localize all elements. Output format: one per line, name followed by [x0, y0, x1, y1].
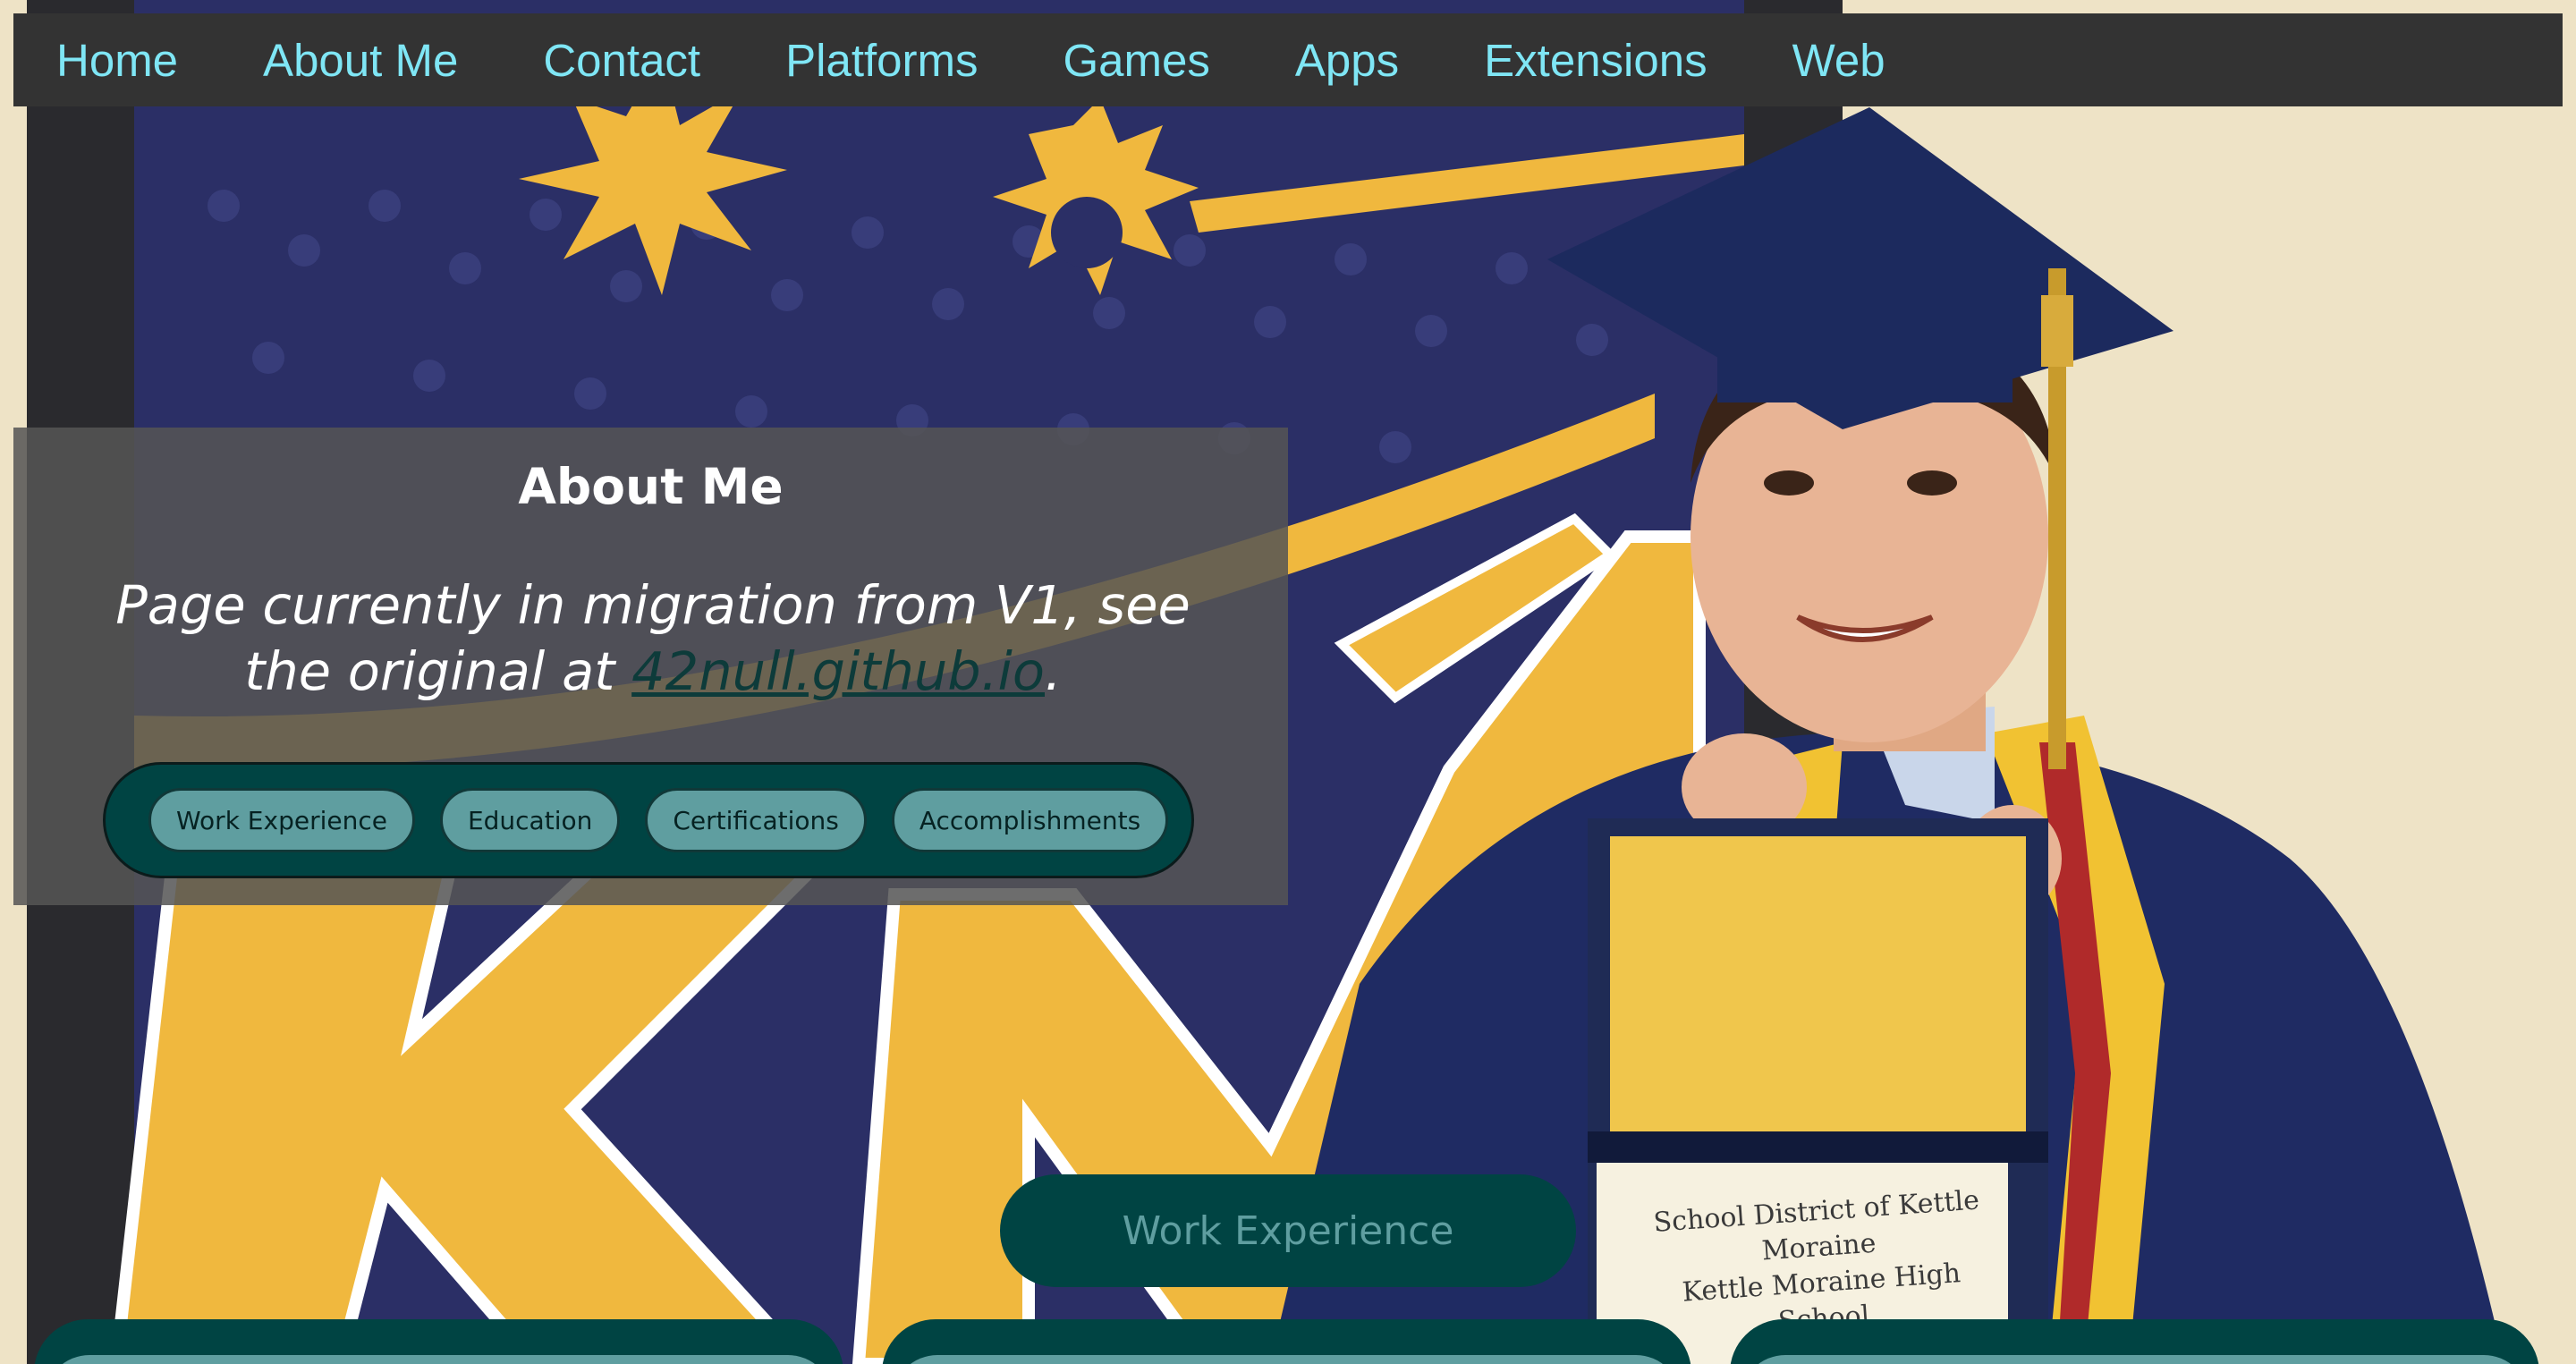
- nav-home[interactable]: Home: [56, 34, 178, 87]
- nav-games[interactable]: Games: [1063, 34, 1210, 87]
- pill-education[interactable]: Education: [439, 788, 621, 852]
- nav-contact[interactable]: Contact: [543, 34, 700, 87]
- pill-work-experience[interactable]: Work Experience: [148, 788, 415, 852]
- nav-platforms[interactable]: Platforms: [785, 34, 978, 87]
- nav-extensions[interactable]: Extensions: [1484, 34, 1707, 87]
- experience-card: [1730, 1319, 2539, 1364]
- nav-about-me[interactable]: About Me: [263, 34, 458, 87]
- pill-certifications[interactable]: Certifications: [645, 788, 867, 852]
- experience-card: [34, 1319, 843, 1364]
- migration-notice-end: .: [1045, 640, 1062, 702]
- top-nav: Home About Me Contact Platforms Games Ap…: [13, 13, 2563, 106]
- nav-apps[interactable]: Apps: [1295, 34, 1399, 87]
- experience-card: [882, 1319, 1691, 1364]
- original-site-link[interactable]: 42null.github.io: [631, 640, 1045, 702]
- migration-notice: Page currently in migration from V1, see…: [72, 572, 1234, 705]
- work-experience-header: Work Experience: [1000, 1174, 1576, 1287]
- page-title: About Me: [518, 458, 784, 515]
- nav-web[interactable]: Web: [1792, 34, 1885, 87]
- pill-accomplishments[interactable]: Accomplishments: [891, 788, 1169, 852]
- section-nav: Work Experience Education Certifications…: [103, 762, 1194, 878]
